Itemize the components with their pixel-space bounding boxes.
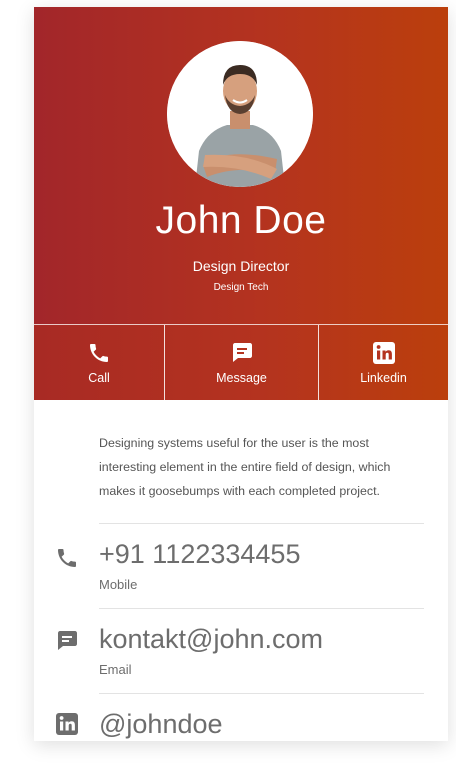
- profile-title: Design Director: [192, 258, 290, 274]
- message-button[interactable]: Message: [164, 325, 318, 400]
- profile-header: John Doe Design Director Design Tech: [34, 7, 448, 325]
- call-label: Call: [88, 371, 110, 385]
- call-button[interactable]: Call: [34, 325, 164, 400]
- divider: [99, 523, 424, 524]
- phone-icon: [90, 344, 108, 362]
- message-icon: [232, 343, 252, 362]
- linkedin-label: Linkedin: [360, 371, 407, 385]
- linkedin-icon: [372, 342, 395, 364]
- linkedin-icon: [56, 713, 78, 735]
- profile-company: Design Tech: [213, 282, 269, 293]
- avatar: [167, 41, 313, 187]
- phone-number[interactable]: +91 1122334455: [99, 539, 300, 570]
- profile-name: John Doe: [155, 199, 327, 242]
- phone-label: Mobile: [99, 577, 138, 592]
- message-label: Message: [216, 371, 267, 385]
- phone-icon: [58, 549, 76, 567]
- divider: [99, 608, 424, 609]
- profile-card: John Doe Design Director Design Tech Cal…: [34, 7, 448, 741]
- linkedin-handle[interactable]: @johndoe: [99, 709, 223, 740]
- message-icon: [58, 631, 77, 650]
- divider: [99, 693, 424, 694]
- action-bar: Call Message Linkedin: [34, 324, 448, 400]
- bio-text: Designing systems useful for the user is…: [99, 436, 391, 498]
- linkedin-button[interactable]: Linkedin: [318, 325, 448, 400]
- email-address[interactable]: kontakt@john.com: [99, 624, 323, 655]
- email-label: Email: [99, 662, 132, 677]
